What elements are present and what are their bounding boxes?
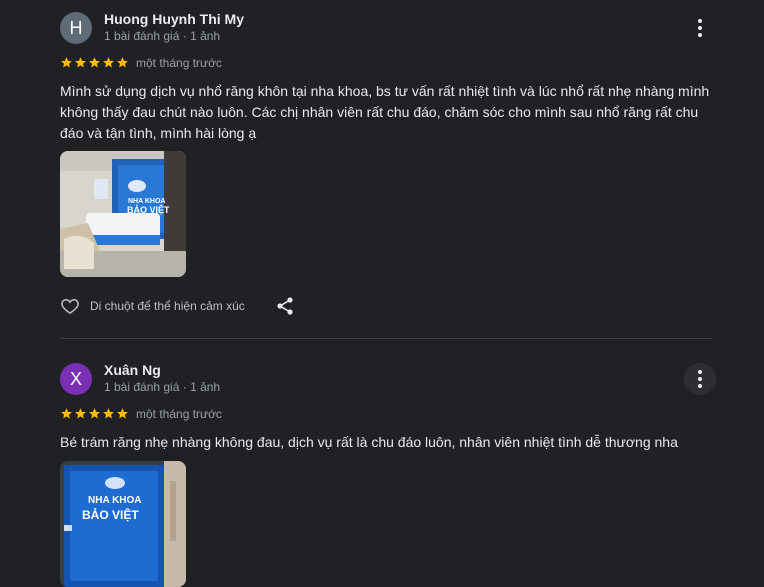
more-vert-icon-dot	[698, 384, 702, 388]
star-icon	[89, 408, 100, 419]
review-photo[interactable]: NHA KHOA BẢO VIỆT	[60, 151, 186, 277]
review-time: một tháng trước	[136, 407, 222, 421]
more-vert-icon-dot	[698, 33, 702, 37]
photo-logo-text: NHA KHOA	[88, 495, 142, 506]
share-button[interactable]	[276, 296, 294, 321]
star-rating	[60, 407, 129, 420]
review-time: một tháng trước	[136, 56, 222, 70]
star-icon	[61, 408, 72, 419]
star-icon	[61, 57, 72, 68]
reviewer-name[interactable]: Xuân Ng	[104, 362, 161, 378]
star-icon	[117, 408, 128, 419]
heart-outline-icon[interactable]	[60, 296, 80, 316]
reviewer-meta: 1 bài đánh giá · 1 ảnh	[104, 380, 221, 394]
star-icon	[75, 408, 86, 419]
star-icon	[75, 57, 86, 68]
share-icon	[277, 297, 293, 315]
star-icon	[103, 408, 114, 419]
avatar[interactable]: H	[60, 12, 92, 44]
review-text: Mình sử dụng dịch vụ nhổ răng khôn tại n…	[60, 83, 710, 141]
more-vert-icon	[698, 370, 702, 374]
reviewer-meta: 1 bài đánh giá · 1 ảnh	[104, 29, 221, 43]
review-text: Bé trám răng nhẹ nhàng không đau, dịch v…	[60, 434, 678, 450]
avatar[interactable]: X	[60, 363, 92, 395]
more-vert-icon-dot	[698, 26, 702, 30]
more-vert-icon	[698, 19, 702, 23]
more-options-button[interactable]	[684, 363, 716, 395]
review-divider	[60, 338, 712, 339]
clinic-reception-photo: NHA KHOA BẢO VIỆT	[60, 151, 186, 277]
review-photo[interactable]: NHA KHOA BẢO VIỆT	[60, 461, 186, 587]
reaction-hint: Di chuột để thể hiện cảm xúc	[90, 299, 245, 313]
more-options-button[interactable]	[684, 12, 716, 44]
reaction-bar[interactable]: Di chuột để thể hiện cảm xúc	[60, 296, 245, 316]
more-vert-icon-dot	[698, 377, 702, 381]
reviewer-name[interactable]: Huong Huynh Thi My	[104, 11, 244, 27]
star-icon	[103, 57, 114, 68]
star-icon	[89, 57, 100, 68]
star-rating	[60, 56, 129, 69]
photo-logo-text: NHA KHOA	[128, 198, 165, 205]
star-icon	[117, 57, 128, 68]
clinic-sign-photo: NHA KHOA BẢO VIỆT	[60, 461, 186, 587]
photo-logo-text: BẢO VIỆT	[82, 507, 139, 522]
